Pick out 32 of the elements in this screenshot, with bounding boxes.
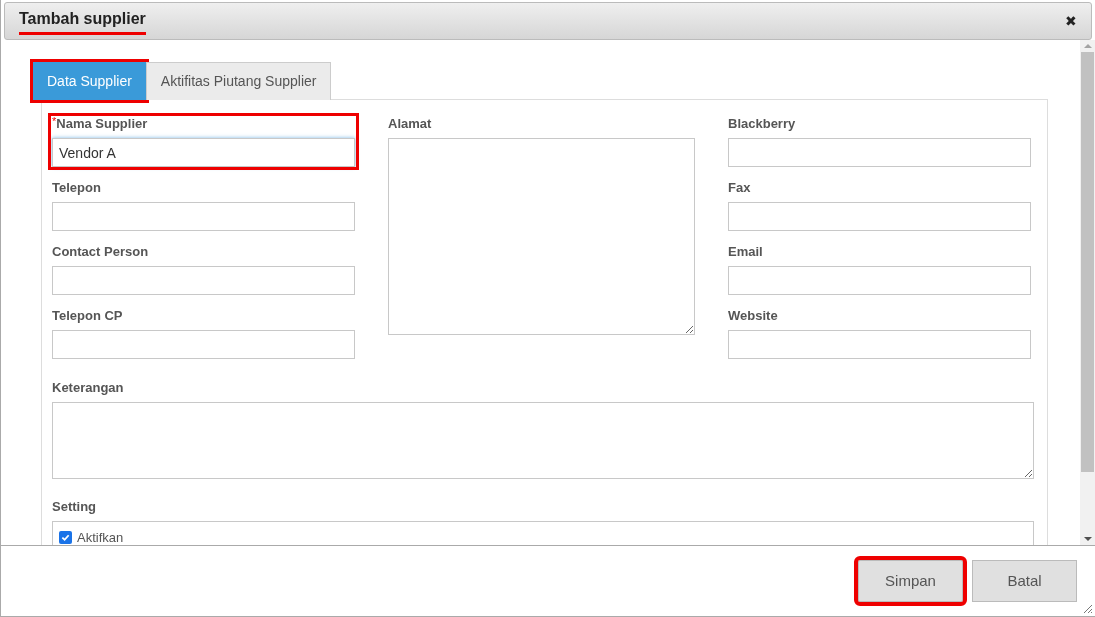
tab[interactable]: Aktifitas Piutang Supplier	[145, 62, 332, 100]
close-button[interactable]: ✖	[1065, 14, 1077, 28]
scrollbar-thumb[interactable]	[1081, 52, 1094, 472]
required-asterisk: *	[52, 116, 57, 127]
input-field[interactable]	[728, 138, 1031, 167]
checkbox[interactable]	[59, 531, 72, 545]
input-field[interactable]	[52, 266, 355, 295]
field-label: Telepon CP	[52, 308, 123, 324]
checkbox-label: Aktifkan	[77, 529, 124, 545]
field-label: Contact Person	[52, 244, 149, 260]
address-textarea[interactable]	[388, 138, 695, 335]
input-field[interactable]	[52, 202, 355, 231]
checkmark-icon	[61, 533, 70, 543]
resize-grip-icon[interactable]	[1081, 602, 1093, 614]
input-field[interactable]	[52, 330, 355, 359]
input-field[interactable]	[728, 202, 1031, 231]
dialog-button[interactable]: Batal	[972, 560, 1077, 602]
field-label: Nama Supplier	[56, 116, 148, 132]
input-field[interactable]	[728, 330, 1031, 359]
scrollbar[interactable]	[1080, 40, 1095, 545]
notes-textarea[interactable]	[52, 402, 1034, 479]
field-label: Blackberry	[728, 116, 796, 132]
field-label: Alamat	[388, 116, 432, 132]
field-label: Setting	[52, 499, 97, 515]
field-label: Telepon	[52, 180, 101, 196]
field-label: Fax	[728, 180, 751, 196]
field-label: Email	[728, 244, 763, 260]
field-label: Website	[728, 308, 778, 324]
input-field[interactable]: Vendor A	[52, 138, 355, 167]
dialog-title: Tambah supplier	[19, 7, 146, 35]
field-label: Keterangan	[52, 380, 124, 396]
input-field[interactable]	[728, 266, 1031, 295]
